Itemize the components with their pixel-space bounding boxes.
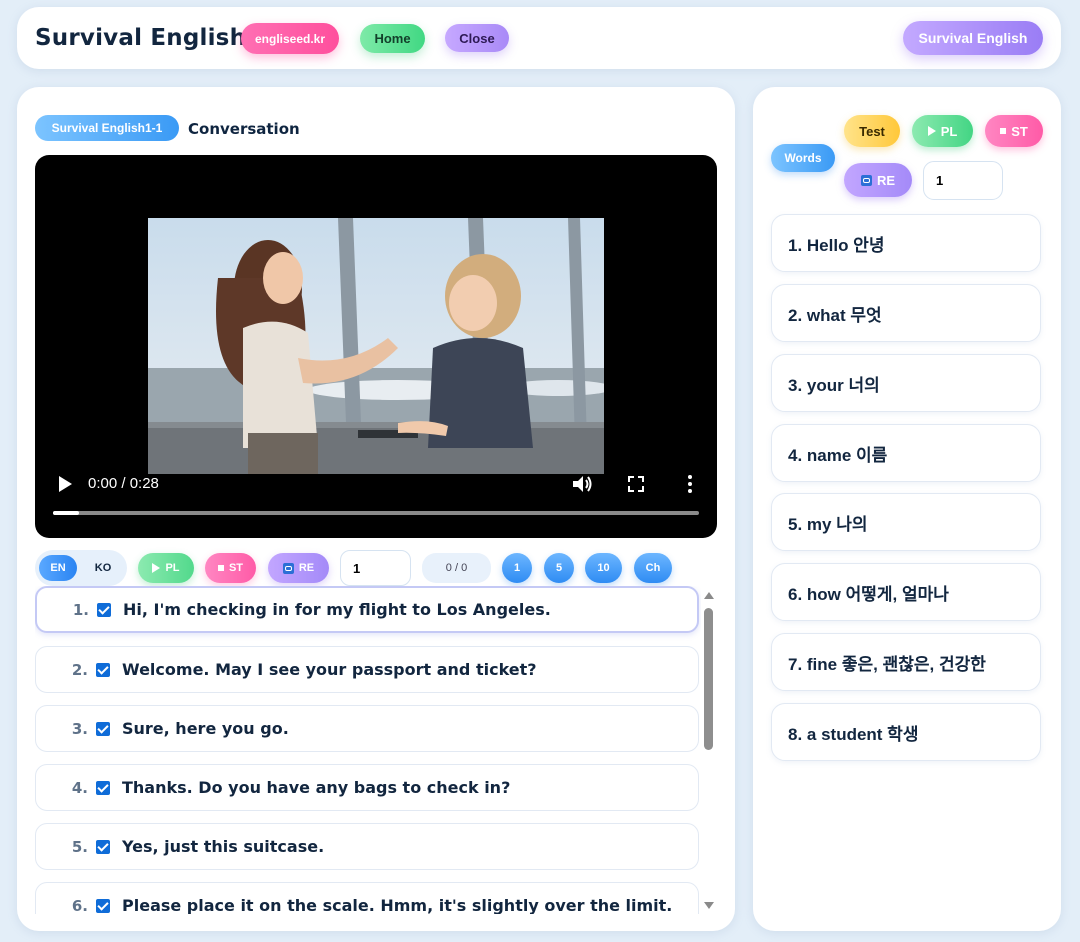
sentence-number: 3. bbox=[71, 719, 88, 738]
close-button[interactable]: Close bbox=[445, 24, 509, 52]
stop-icon bbox=[217, 565, 224, 571]
scroll-up-arrow-icon[interactable] bbox=[704, 592, 714, 599]
play-icon bbox=[927, 126, 936, 136]
sentence-text: Yes, just this suitcase. bbox=[122, 837, 325, 856]
sentence-number: 4. bbox=[71, 778, 88, 797]
words-repeat-count-input[interactable] bbox=[923, 161, 1003, 200]
video-progress-bar[interactable] bbox=[53, 511, 699, 515]
repeat-label: RE bbox=[298, 562, 315, 574]
words-stop-button[interactable]: ST bbox=[985, 115, 1043, 147]
sentence-number: 5. bbox=[71, 837, 88, 856]
sentence-text: Thanks. Do you have any bags to check in… bbox=[122, 778, 511, 797]
lesson-label: Conversation bbox=[188, 120, 300, 138]
volume-icon[interactable] bbox=[571, 473, 593, 495]
play-icon bbox=[152, 563, 161, 573]
sentence-text: Hi, I'm checking in for my flight to Los… bbox=[123, 600, 551, 619]
chapter-button[interactable]: Ch bbox=[634, 553, 672, 583]
sentence-list-scrollbar[interactable] bbox=[701, 586, 717, 914]
video-player[interactable]: 0:00 / 0:28 bbox=[35, 155, 717, 538]
sentence-row[interactable]: 5. Yes, just this suitcase. bbox=[35, 823, 699, 870]
words-stop-label: ST bbox=[1011, 123, 1028, 139]
sentence-row[interactable]: 6. Please place it on the scale. Hmm, it… bbox=[35, 882, 699, 914]
repeat-icon bbox=[860, 174, 872, 186]
scroll-down-arrow-icon[interactable] bbox=[704, 902, 714, 909]
lesson-badge: Survival English1-1 bbox=[35, 115, 179, 141]
sentence-list[interactable]: 1. Hi, I'm checking in for my flight to … bbox=[35, 586, 701, 914]
sentence-row[interactable]: 3. Sure, here you go. bbox=[35, 705, 699, 752]
sentence-checkbox[interactable] bbox=[96, 662, 110, 677]
sentence-row[interactable]: 1. Hi, I'm checking in for my flight to … bbox=[35, 586, 699, 633]
language-toggle: EN KO bbox=[35, 550, 127, 586]
brand-link-button[interactable]: engliseed.kr bbox=[241, 23, 339, 54]
word-item[interactable]: 6. how 어떻게, 얼마나 bbox=[771, 563, 1041, 621]
sentence-number: 2. bbox=[71, 660, 88, 679]
sentence-row[interactable]: 2. Welcome. May I see your passport and … bbox=[35, 646, 699, 693]
sentence-checkbox[interactable] bbox=[96, 839, 110, 854]
word-item[interactable]: 1. Hello 안녕 bbox=[771, 214, 1041, 272]
home-button[interactable]: Home bbox=[360, 24, 425, 53]
word-item[interactable]: 5. my 나의 bbox=[771, 493, 1041, 551]
sentence-checkbox[interactable] bbox=[96, 721, 110, 736]
sentence-checkbox[interactable] bbox=[96, 898, 110, 913]
conversation-panel: Survival English1-1 Conversation 0:00 / … bbox=[17, 87, 735, 931]
jump-1-button[interactable]: 1 bbox=[502, 553, 532, 583]
stop-label: ST bbox=[228, 562, 244, 574]
play-icon[interactable] bbox=[55, 473, 75, 495]
words-panel: Words Test PL ST RE 1. Hello 안녕 2. what … bbox=[753, 87, 1061, 931]
words-repeat-label: RE bbox=[876, 172, 896, 188]
words-play-button[interactable]: PL bbox=[912, 115, 973, 147]
page-title: Survival English 1 bbox=[35, 25, 271, 51]
sentence-text: Welcome. May I see your passport and tic… bbox=[122, 660, 537, 679]
fullscreen-icon[interactable] bbox=[627, 475, 645, 493]
repeat-icon bbox=[282, 562, 294, 574]
repeat-button[interactable]: RE bbox=[268, 553, 329, 583]
word-item[interactable]: 7. fine 좋은, 괜찮은, 건강한 bbox=[771, 633, 1041, 691]
jump-10-button[interactable]: 10 bbox=[585, 553, 622, 583]
jump-5-button[interactable]: 5 bbox=[544, 553, 574, 583]
words-play-label: PL bbox=[940, 123, 958, 139]
scroll-thumb[interactable] bbox=[704, 608, 713, 750]
sentence-counter: 0 / 0 bbox=[422, 553, 491, 583]
top-header: Survival English 1 engliseed.kr Home Clo… bbox=[17, 7, 1061, 69]
play-label: PL bbox=[165, 562, 180, 574]
sentence-text: Please place it on the scale. Hmm, it's … bbox=[122, 896, 673, 914]
lang-ko-button[interactable]: KO bbox=[85, 555, 121, 581]
play-button[interactable]: PL bbox=[138, 553, 194, 583]
video-time: 0:00 / 0:28 bbox=[88, 475, 159, 492]
course-button[interactable]: Survival English bbox=[903, 21, 1043, 55]
more-options-icon[interactable] bbox=[681, 473, 699, 495]
words-badge: Words bbox=[771, 144, 835, 172]
repeat-count-input[interactable] bbox=[340, 550, 411, 586]
video-progress-fill bbox=[53, 511, 79, 515]
sentence-row[interactable]: 4. Thanks. Do you have any bags to check… bbox=[35, 764, 699, 811]
word-item[interactable]: 3. your 너의 bbox=[771, 354, 1041, 412]
video-frame-image bbox=[148, 218, 604, 474]
stop-icon bbox=[1000, 128, 1007, 134]
stop-button[interactable]: ST bbox=[205, 553, 256, 583]
sentence-checkbox[interactable] bbox=[96, 780, 110, 795]
word-item[interactable]: 8. a student 학생 bbox=[771, 703, 1041, 761]
sentence-number: 1. bbox=[72, 600, 89, 619]
word-item[interactable]: 4. name 이름 bbox=[771, 424, 1041, 482]
lang-en-button[interactable]: EN bbox=[39, 555, 77, 581]
test-button[interactable]: Test bbox=[844, 115, 900, 147]
sentence-text: Sure, here you go. bbox=[122, 719, 289, 738]
sentence-checkbox[interactable] bbox=[97, 602, 111, 617]
word-item[interactable]: 2. what 무엇 bbox=[771, 284, 1041, 342]
words-repeat-button[interactable]: RE bbox=[844, 163, 912, 197]
sentence-number: 6. bbox=[71, 896, 88, 915]
